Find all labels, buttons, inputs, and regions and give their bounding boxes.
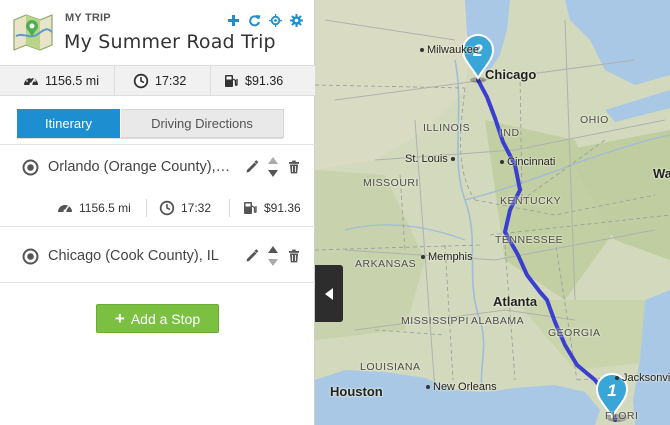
location-marker-icon	[22, 248, 39, 265]
tabs-underline	[17, 138, 283, 139]
list-divider	[0, 144, 315, 145]
trip-cost-value: $91.36	[245, 73, 284, 88]
map-label-florida: FLORI	[605, 410, 639, 422]
delete-trash-icon[interactable]	[287, 160, 301, 174]
move-up-icon[interactable]	[267, 156, 279, 165]
list-divider	[0, 282, 315, 283]
panel-tabs: Itinerary Driving Directions	[17, 109, 284, 138]
trip-distance: 1156.5 mi	[0, 66, 114, 95]
map-label-chicago: Chicago	[485, 67, 537, 82]
map-label-alabama: ALABAMA	[471, 315, 525, 327]
leg-stats: 1156.5 mi 17:32 $91.36	[0, 194, 315, 222]
map-label-kentucky: KENTUCKY	[500, 195, 562, 207]
tab-driving-directions[interactable]: Driving Directions	[121, 109, 284, 138]
map-label-new-orleans: New Orleans	[426, 381, 497, 393]
leg-distance: 1156.5 mi	[0, 194, 146, 222]
reorder-stop-control[interactable]	[267, 156, 279, 178]
map-label-georgia: GEORGIA	[548, 327, 601, 339]
add-stop-button[interactable]: + Add a Stop	[96, 304, 219, 333]
speedometer-icon	[57, 200, 73, 216]
map-label-missouri: MISSOURI	[363, 177, 419, 189]
add-stop-label: Add a Stop	[130, 310, 201, 327]
stop-name[interactable]: Chicago (Cook County), IL	[48, 248, 233, 264]
speedometer-icon	[23, 73, 39, 89]
trip-kicker: MY TRIP	[65, 12, 111, 24]
chevron-left-icon	[325, 287, 333, 300]
stop-toolbar	[245, 156, 301, 178]
refresh-icon[interactable]	[248, 14, 261, 27]
reorder-stop-control[interactable]	[267, 245, 279, 267]
leg-cost-value: $91.36	[264, 201, 301, 215]
clock-icon	[159, 200, 175, 216]
map-label-louisiana: LOUISIANA	[360, 361, 421, 373]
map-label-mississippi: MISSISSIPPI	[401, 315, 469, 327]
map-label-tennessee: TENNESSEE	[495, 234, 564, 246]
map-logo-icon	[12, 12, 54, 52]
map-label-cincinnati: Cincinnati	[500, 156, 555, 168]
fuel-pump-icon	[242, 200, 258, 216]
collapse-panel-button[interactable]	[315, 265, 343, 322]
location-marker-icon	[22, 159, 39, 176]
settings-icon[interactable]	[290, 14, 303, 27]
map-label-ohio: OHIO	[580, 114, 609, 126]
move-down-icon[interactable]	[267, 169, 279, 178]
trip-distance-value: 1156.5 mi	[45, 73, 99, 88]
trip-panel: MY TRIP My Summer Road Trip 1156.5 mi 17…	[0, 0, 315, 425]
map-label-atlanta: Atlanta	[493, 294, 538, 309]
leg-cost: $91.36	[230, 194, 301, 222]
stop-toolbar	[245, 245, 301, 267]
map-label-st-louis: St. Louis	[405, 153, 458, 165]
trip-time: 17:32	[115, 66, 210, 95]
add-icon[interactable]	[227, 14, 240, 27]
list-divider	[0, 226, 315, 227]
route-map[interactable]: 2 1 Milwaukee Chicago ILLINOIS IND OHIO …	[315, 0, 670, 425]
map-label-illinois: ILLINOIS	[423, 122, 471, 134]
trip-time-value: 17:32	[155, 73, 187, 88]
trip-header: MY TRIP My Summer Road Trip	[0, 0, 315, 64]
map-label-wa: Wa	[653, 166, 670, 181]
trip-cost: $91.36	[211, 66, 315, 95]
map-label-jacksonville: Jacksonville	[615, 372, 670, 384]
tab-itinerary[interactable]: Itinerary	[17, 109, 120, 138]
map-label-milwaukee: Milwaukee	[420, 44, 479, 56]
stop-name[interactable]: Orlando (Orange County), FL	[48, 159, 233, 175]
clock-icon	[133, 73, 149, 89]
move-up-icon[interactable]	[267, 245, 279, 254]
delete-trash-icon[interactable]	[287, 249, 301, 263]
stop-item-1[interactable]: Orlando (Orange County), FL	[0, 150, 315, 184]
map-label-houston: Houston	[330, 384, 383, 399]
stop-item-2[interactable]: Chicago (Cook County), IL	[0, 239, 315, 273]
map-label-arkansas: ARKANSAS	[355, 258, 417, 270]
plus-icon: +	[114, 309, 125, 328]
map-label-indiana: IND	[500, 127, 520, 139]
trip-stats-bar: 1156.5 mi 17:32 $91.36	[0, 65, 315, 96]
move-down-icon[interactable]	[267, 258, 279, 267]
map-label-memphis: Memphis	[421, 251, 473, 263]
leg-distance-value: 1156.5 mi	[79, 201, 131, 215]
header-toolbar	[227, 14, 303, 27]
trip-title[interactable]: My Summer Road Trip	[64, 31, 276, 53]
leg-time-value: 17:32	[181, 201, 212, 215]
edit-pencil-icon[interactable]	[245, 160, 259, 174]
leg-time: 17:32	[147, 194, 229, 222]
edit-pencil-icon[interactable]	[245, 249, 259, 263]
fuel-pump-icon	[223, 73, 239, 89]
locate-icon[interactable]	[269, 14, 282, 27]
